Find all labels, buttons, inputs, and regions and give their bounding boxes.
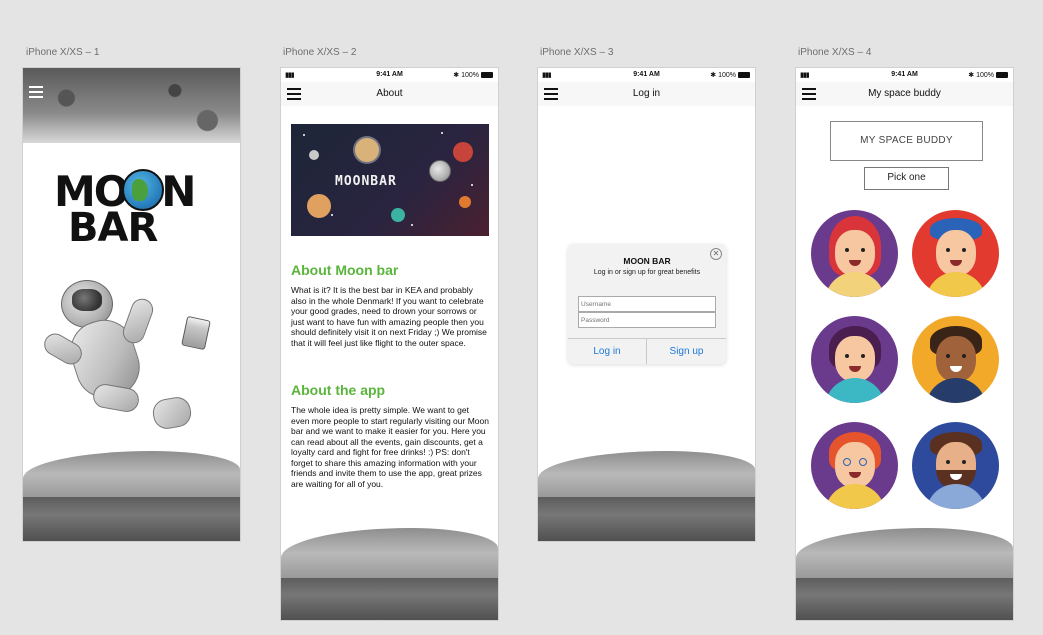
dialog-subtitle: Log in or sign up for great benefits bbox=[593, 269, 701, 276]
about-moonbar-text: What is it? It is the best bar in KEA an… bbox=[291, 285, 487, 348]
phone-splash: MOON BAR bbox=[23, 68, 240, 541]
status-bar: ▮▮▮ 9:41 AM ✱ 100% bbox=[538, 68, 755, 82]
signup-button[interactable]: Sign up bbox=[647, 338, 726, 364]
about-app-heading: About the app bbox=[291, 382, 386, 398]
status-bar: ▮▮▮ 9:41 AM ✱ 100% bbox=[281, 68, 498, 82]
about-app-text: The whole idea is pretty simple. We want… bbox=[291, 405, 489, 489]
battery-label: ✱ 100% bbox=[968, 72, 994, 79]
phone-space-buddy: ▮▮▮ 9:41 AM ✱ 100% My space buddy MY SPA… bbox=[796, 68, 1013, 620]
moonbar-logo: MOON BAR bbox=[54, 167, 210, 251]
dialog-title: MOON BAR bbox=[623, 256, 671, 266]
battery-indicator: ✱ 100% bbox=[968, 71, 1008, 79]
battery-label: ✱ 100% bbox=[453, 72, 479, 79]
avatar-red-hair-girl[interactable] bbox=[811, 210, 898, 297]
pick-one-button[interactable]: Pick one bbox=[864, 167, 949, 190]
status-bar: ▮▮▮ 9:41 AM ✱ 100% bbox=[796, 68, 1013, 82]
page-title: About bbox=[376, 88, 403, 99]
banner-title: MOONBAR bbox=[335, 174, 397, 189]
nav-bar: My space buddy bbox=[796, 82, 1013, 106]
moonbar-banner: MOONBAR bbox=[291, 124, 489, 236]
logo-line-2: BAR bbox=[68, 205, 158, 251]
nav-bar: Log in bbox=[538, 82, 755, 106]
avatar-glasses-girl[interactable] bbox=[811, 422, 898, 509]
moon-ground bbox=[796, 528, 1013, 620]
artboard-label-3: iPhone X/XS – 3 bbox=[540, 47, 614, 58]
phone-about: ▮▮▮ 9:41 AM ✱ 100% About MOONBAR About M… bbox=[281, 68, 498, 620]
nav-bar: About bbox=[281, 82, 498, 106]
avatar-cap-boy[interactable] bbox=[912, 210, 999, 297]
login-dialog: ✕ MOON BAR Log in or sign up for great b… bbox=[568, 244, 726, 364]
artboard-label-2: iPhone X/XS – 2 bbox=[283, 47, 357, 58]
space-buddy-box: MY SPACE BUDDY bbox=[830, 121, 983, 161]
astronaut-illustration bbox=[40, 278, 213, 438]
page-title: My space buddy bbox=[868, 88, 941, 99]
battery-icon bbox=[738, 72, 750, 79]
battery-icon bbox=[481, 72, 493, 79]
artboard-label-1: iPhone X/XS – 1 bbox=[26, 47, 100, 58]
avatar-ponytail-girl[interactable] bbox=[811, 316, 898, 403]
avatar-curly-boy[interactable] bbox=[912, 316, 999, 403]
battery-icon bbox=[996, 72, 1008, 79]
username-input[interactable] bbox=[578, 296, 716, 312]
password-input[interactable] bbox=[578, 312, 716, 328]
moon-ground bbox=[23, 451, 240, 541]
avatar-bearded-man[interactable] bbox=[912, 422, 999, 509]
menu-icon[interactable] bbox=[29, 86, 43, 98]
moon-ground bbox=[538, 451, 755, 541]
phone-login: ▮▮▮ 9:41 AM ✱ 100% Log in ✕ MOON BAR Log… bbox=[538, 68, 755, 541]
moon-surface-top bbox=[23, 68, 240, 143]
battery-indicator: ✱ 100% bbox=[710, 71, 750, 79]
artboard-label-4: iPhone X/XS – 4 bbox=[798, 47, 872, 58]
battery-indicator: ✱ 100% bbox=[453, 71, 493, 79]
login-button[interactable]: Log in bbox=[568, 338, 647, 364]
page-title: Log in bbox=[632, 88, 661, 99]
moon-ground bbox=[281, 528, 498, 620]
battery-label: ✱ 100% bbox=[710, 72, 736, 79]
about-moonbar-heading: About Moon bar bbox=[291, 262, 399, 278]
astronaut-icon bbox=[429, 160, 451, 182]
